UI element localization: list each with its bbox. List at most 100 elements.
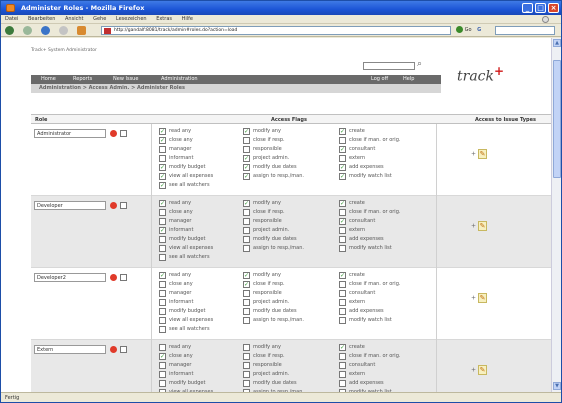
flag-checkbox[interactable]: ✓ bbox=[339, 146, 346, 153]
flag-checkbox[interactable] bbox=[243, 290, 250, 297]
flag-checkbox[interactable] bbox=[243, 227, 250, 234]
flag-checkbox[interactable] bbox=[339, 155, 346, 162]
role-name-input[interactable]: Administrator bbox=[34, 129, 106, 138]
scroll-up-icon[interactable]: ▲ bbox=[553, 39, 561, 47]
flag-checkbox[interactable] bbox=[159, 236, 166, 243]
nav-logoff[interactable]: Log off bbox=[371, 75, 388, 84]
flag-checkbox[interactable] bbox=[243, 317, 250, 324]
maximize-button[interactable]: □ bbox=[535, 3, 546, 13]
flag-checkbox[interactable]: ✓ bbox=[159, 128, 166, 135]
go-button[interactable]: Go G bbox=[456, 26, 492, 35]
flag-checkbox[interactable] bbox=[243, 146, 250, 153]
flag-checkbox[interactable]: ✓ bbox=[243, 164, 250, 171]
flag-checkbox[interactable] bbox=[339, 308, 346, 315]
vertical-scrollbar[interactable]: ▲ ▼ bbox=[551, 38, 561, 392]
flag-checkbox[interactable] bbox=[159, 317, 166, 324]
flag-checkbox[interactable] bbox=[243, 137, 250, 144]
flag-checkbox[interactable] bbox=[339, 371, 346, 378]
flag-checkbox[interactable] bbox=[339, 227, 346, 234]
nav-new-issue[interactable]: New Issue bbox=[113, 75, 138, 84]
reload-icon[interactable] bbox=[41, 26, 50, 35]
flag-checkbox[interactable]: ✓ bbox=[159, 164, 166, 171]
nav-administration[interactable]: Administration bbox=[161, 75, 198, 84]
flag-checkbox[interactable] bbox=[339, 362, 346, 369]
scroll-thumb[interactable] bbox=[553, 60, 561, 178]
nav-reports[interactable]: Reports bbox=[73, 75, 92, 84]
flag-checkbox[interactable] bbox=[159, 209, 166, 216]
flag-checkbox[interactable]: ✓ bbox=[159, 353, 166, 360]
flag-checkbox[interactable]: ✓ bbox=[159, 272, 166, 279]
forward-icon[interactable] bbox=[23, 26, 32, 35]
flag-checkbox[interactable] bbox=[339, 281, 346, 288]
flag-checkbox[interactable]: ✓ bbox=[159, 173, 166, 180]
flag-checkbox[interactable] bbox=[339, 290, 346, 297]
menu-hilfe[interactable]: Hilfe bbox=[182, 16, 193, 22]
flag-checkbox[interactable] bbox=[243, 236, 250, 243]
flag-checkbox[interactable] bbox=[339, 353, 346, 360]
flag-checkbox[interactable] bbox=[339, 299, 346, 306]
edit-issue-types-button[interactable]: + ✎ bbox=[471, 149, 488, 159]
flag-checkbox[interactable] bbox=[243, 308, 250, 315]
role-name-input[interactable]: Developer bbox=[34, 201, 106, 210]
flag-checkbox[interactable] bbox=[243, 380, 250, 387]
edit-issue-types-button[interactable]: + ✎ bbox=[471, 365, 488, 375]
flag-checkbox[interactable] bbox=[339, 245, 346, 252]
delete-role-icon[interactable] bbox=[110, 130, 117, 137]
edit-issue-types-button[interactable]: + ✎ bbox=[471, 293, 488, 303]
flag-checkbox[interactable] bbox=[339, 209, 346, 216]
flag-checkbox[interactable]: ✓ bbox=[243, 155, 250, 162]
nav-home[interactable]: Home bbox=[41, 75, 56, 84]
flag-checkbox[interactable]: ✓ bbox=[339, 200, 346, 207]
flag-checkbox[interactable] bbox=[159, 218, 166, 225]
flag-checkbox[interactable] bbox=[339, 137, 346, 144]
flag-checkbox[interactable]: ✓ bbox=[243, 272, 250, 279]
select-role-checkbox[interactable] bbox=[120, 274, 127, 281]
flag-checkbox[interactable]: ✓ bbox=[159, 200, 166, 207]
flag-checkbox[interactable]: ✓ bbox=[339, 218, 346, 225]
flag-checkbox[interactable] bbox=[159, 299, 166, 306]
flag-checkbox[interactable] bbox=[159, 155, 166, 162]
flag-checkbox[interactable] bbox=[243, 245, 250, 252]
menu-lesezeichen[interactable]: Lesezeichen bbox=[116, 16, 147, 22]
delete-role-icon[interactable] bbox=[110, 274, 117, 281]
back-icon[interactable] bbox=[5, 26, 14, 35]
flag-checkbox[interactable] bbox=[339, 380, 346, 387]
menu-gehe[interactable]: Gehe bbox=[93, 16, 106, 22]
magnifier-icon[interactable]: ⌕ bbox=[417, 59, 427, 69]
flag-checkbox[interactable] bbox=[339, 236, 346, 243]
select-role-checkbox[interactable] bbox=[120, 202, 127, 209]
minimize-button[interactable]: _ bbox=[522, 3, 533, 13]
quick-search-input[interactable] bbox=[363, 62, 415, 70]
select-role-checkbox[interactable] bbox=[120, 130, 127, 137]
flag-checkbox[interactable] bbox=[243, 209, 250, 216]
role-name-input[interactable]: Extern bbox=[34, 345, 106, 354]
flag-checkbox[interactable]: ✓ bbox=[243, 281, 250, 288]
flag-checkbox[interactable] bbox=[159, 344, 166, 351]
flag-checkbox[interactable] bbox=[243, 218, 250, 225]
role-name-input[interactable]: Developer2 bbox=[34, 273, 106, 282]
select-role-checkbox[interactable] bbox=[120, 346, 127, 353]
menu-ansicht[interactable]: Ansicht bbox=[65, 16, 83, 22]
flag-checkbox[interactable]: ✓ bbox=[339, 164, 346, 171]
url-input[interactable]: http://gandalf:8081/track/admin#roles.do… bbox=[101, 26, 451, 35]
flag-checkbox[interactable] bbox=[159, 245, 166, 252]
flag-checkbox[interactable]: ✓ bbox=[243, 128, 250, 135]
flag-checkbox[interactable] bbox=[159, 146, 166, 153]
flag-checkbox[interactable] bbox=[159, 281, 166, 288]
menu-extras[interactable]: Extras bbox=[156, 16, 172, 22]
scroll-down-icon[interactable]: ▼ bbox=[553, 382, 561, 390]
flag-checkbox[interactable] bbox=[159, 254, 166, 261]
delete-role-icon[interactable] bbox=[110, 346, 117, 353]
flag-checkbox[interactable]: ✓ bbox=[243, 200, 250, 207]
flag-checkbox[interactable] bbox=[159, 326, 166, 333]
home-icon[interactable] bbox=[77, 26, 86, 35]
menu-datei[interactable]: Datei bbox=[5, 16, 18, 22]
flag-checkbox[interactable]: ✓ bbox=[339, 173, 346, 180]
flag-checkbox[interactable]: ✓ bbox=[339, 128, 346, 135]
stop-icon[interactable] bbox=[59, 26, 68, 35]
flag-checkbox[interactable] bbox=[339, 317, 346, 324]
flag-checkbox[interactable] bbox=[159, 308, 166, 315]
flag-checkbox[interactable] bbox=[243, 362, 250, 369]
delete-role-icon[interactable] bbox=[110, 202, 117, 209]
search-input[interactable] bbox=[495, 26, 555, 35]
